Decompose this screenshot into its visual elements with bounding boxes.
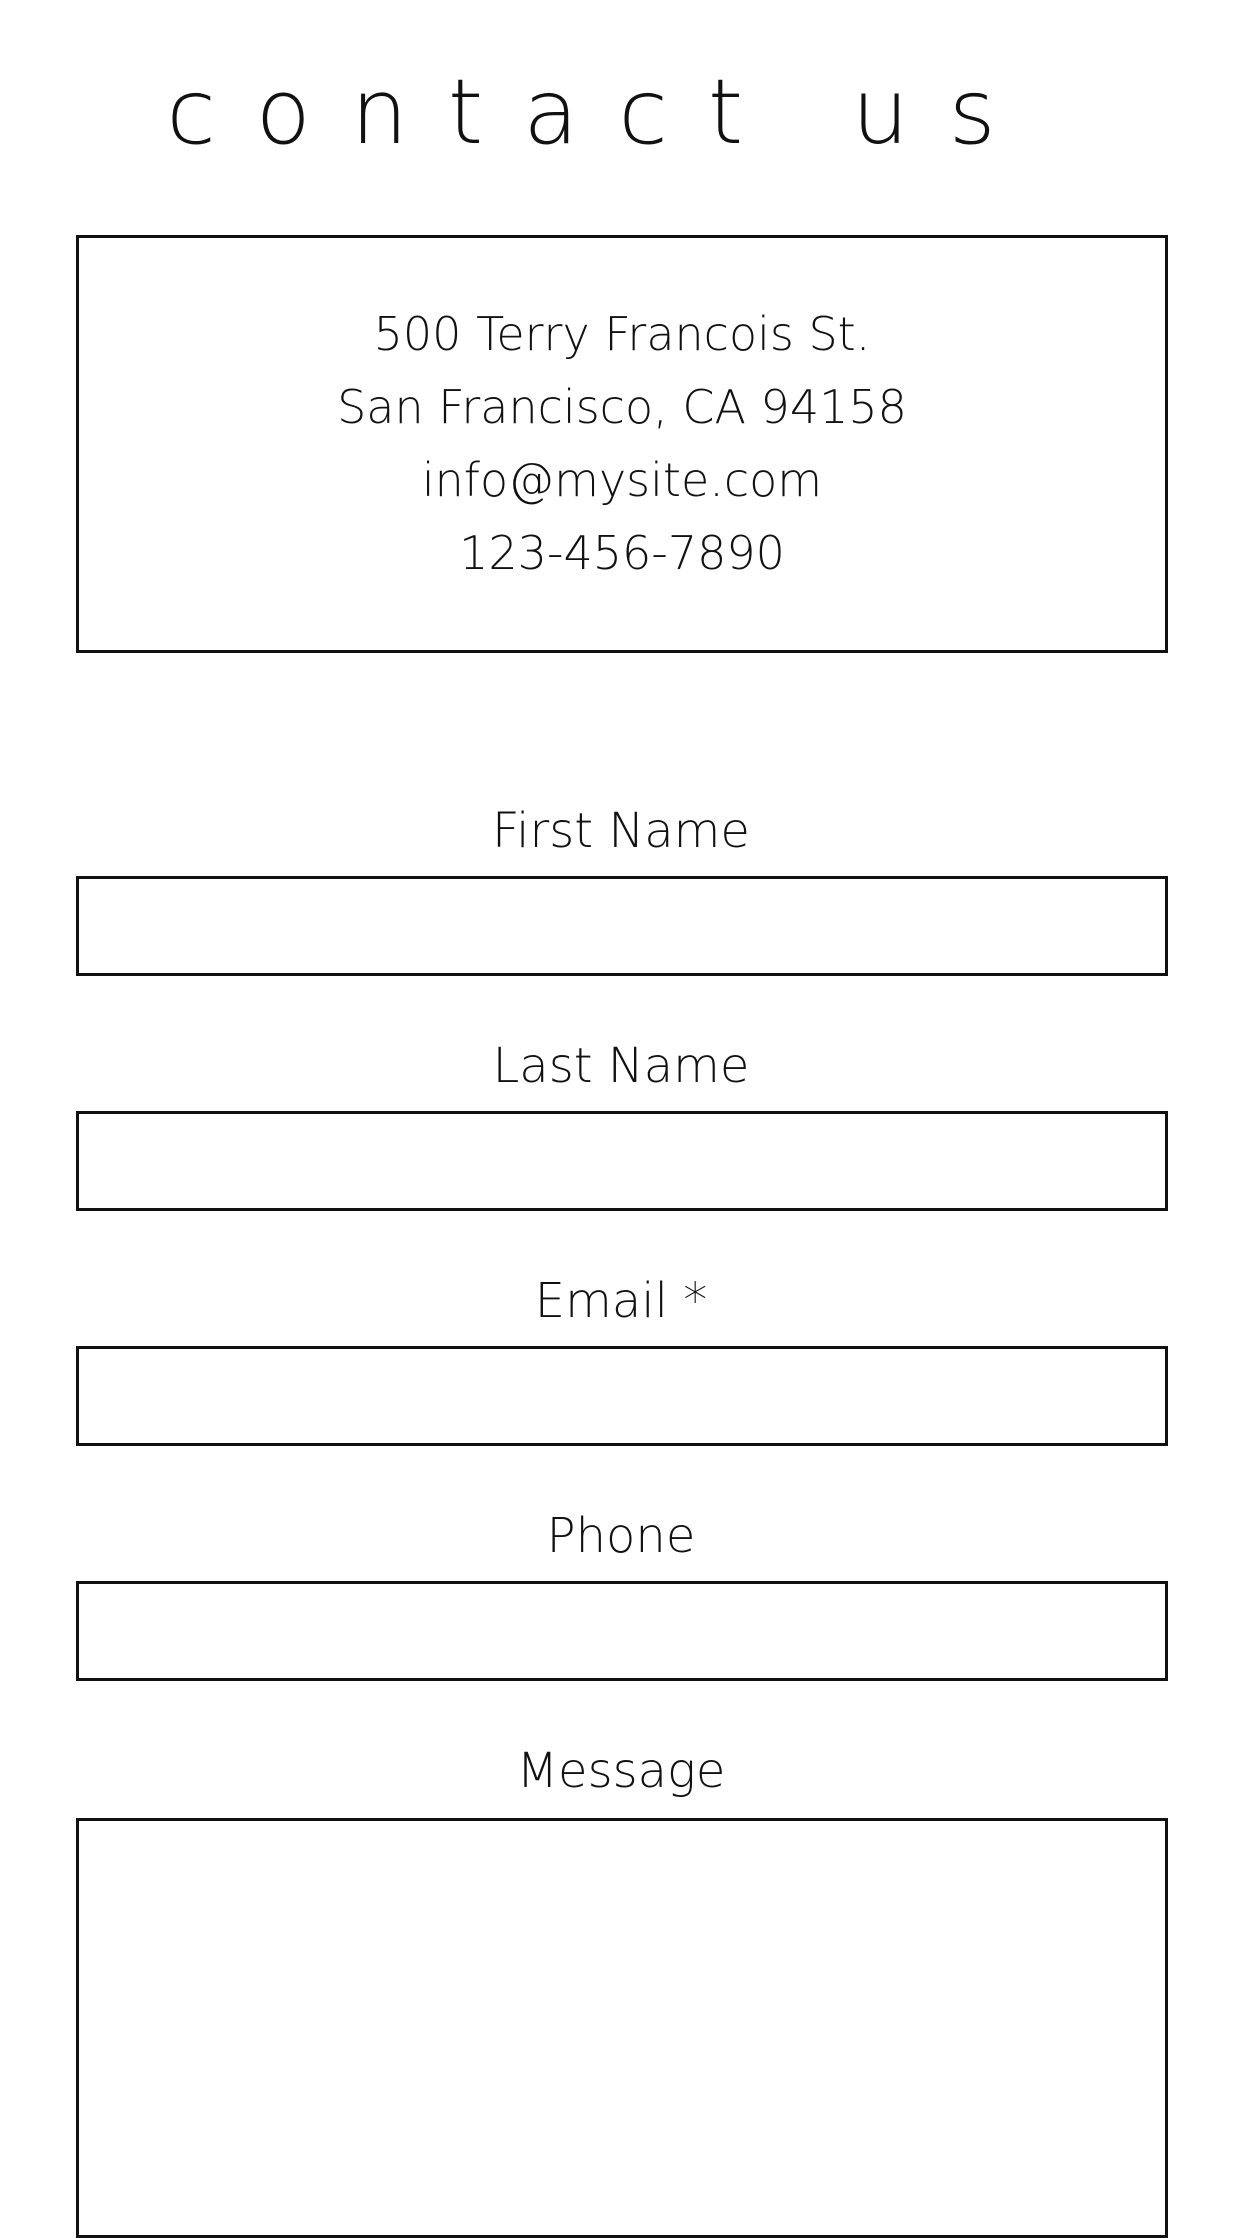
address-line-1: 500 Terry Francois St.	[373, 307, 871, 361]
last-name-label: Last Name	[492, 1038, 750, 1094]
email-input[interactable]	[76, 1346, 1168, 1446]
last-name-input[interactable]	[76, 1111, 1168, 1211]
contact-info-box: 500 Terry Francois St. San Francisco, CA…	[76, 235, 1168, 653]
email-label: Email *	[534, 1273, 708, 1329]
phone-input[interactable]	[76, 1581, 1168, 1681]
message-textarea[interactable]	[76, 1818, 1168, 2238]
phone-label: Phone	[546, 1508, 696, 1564]
message-label: Message	[516, 1743, 726, 1799]
contact-phone[interactable]: 123-456-7890	[459, 517, 785, 590]
first-name-input[interactable]	[76, 876, 1168, 976]
page-title: contact us	[166, 60, 1036, 165]
first-name-label: First Name	[492, 803, 750, 859]
contact-email[interactable]: info@mysite.com	[422, 444, 822, 517]
address-line-2: San Francisco, CA 94158	[337, 380, 907, 434]
